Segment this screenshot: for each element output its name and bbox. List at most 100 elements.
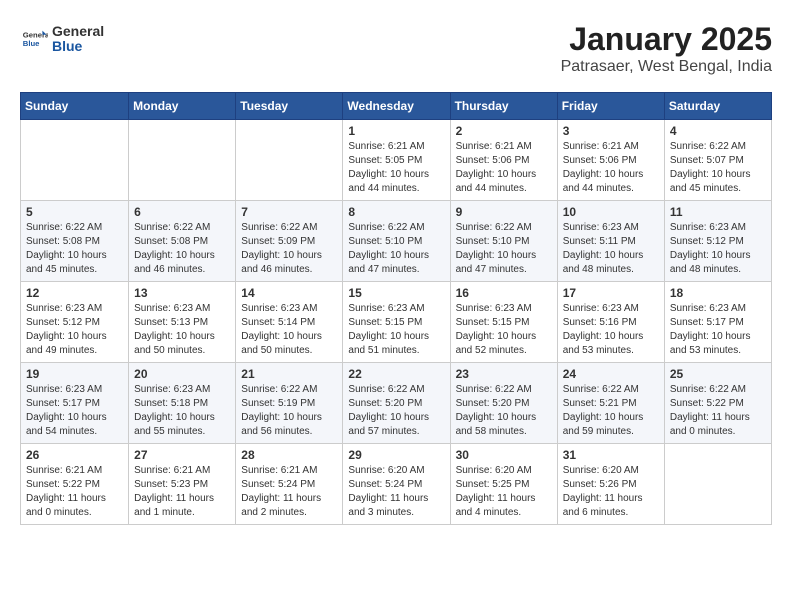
day-info: Sunrise: 6:22 AM Sunset: 5:10 PM Dayligh… (348, 221, 444, 277)
calendar-cell: 3 Sunrise: 6:21 AM Sunset: 5:06 PM Daylig… (557, 120, 664, 201)
day-header-thursday: Thursday (450, 93, 557, 120)
calendar-cell: 5Sunrise: 6:22 AM Sunset: 5:08 PM Daylig… (21, 201, 129, 282)
day-number: 30 (456, 448, 552, 462)
calendar-cell: 26Sunrise: 6:21 AM Sunset: 5:22 PM Dayli… (21, 444, 129, 525)
calendar-cell: 1Sunrise: 6:21 AM Sunset: 5:05 PM Daylig… (343, 120, 450, 201)
calendar-subtitle: Patrasaer, West Bengal, India (20, 58, 772, 76)
day-info: Sunrise: 6:23 AM Sunset: 5:16 PM Dayligh… (563, 302, 659, 358)
calendar-cell: 23 Sunrise: 6:22 AM Sunset: 5:20 PM Dayli… (450, 363, 557, 444)
day-number: 2 (456, 124, 552, 138)
day-number: 27 (134, 448, 230, 462)
day-header-tuesday: Tuesday (236, 93, 343, 120)
day-info: Sunrise: 6:22 AM Sunset: 5:09 PM Dayligh… (241, 221, 337, 277)
calendar-cell: 16 Sunrise: 6:23 AM Sunset: 5:15 PM Dayli… (450, 282, 557, 363)
page-header: General Blue General Blue January 2025 P… (20, 20, 772, 84)
week-row-2: 5 Sunrise: 6:22 AM Sunset: 5:08 PM Daylig… (21, 201, 772, 282)
day-header-friday: Friday (557, 93, 664, 120)
week-row-5: 26Sunrise: 6:21 AM Sunset: 5:22 PM Dayli… (21, 444, 772, 525)
calendar-cell: 2 Sunrise: 6:21 AM Sunset: 5:06 PM Daylig… (450, 120, 557, 201)
calendar-cell: 25 Sunrise: 6:22 AM Sunset: 5:22 PM Dayli… (664, 363, 771, 444)
title-block: January 2025 Patrasaer, West Bengal, Ind… (20, 20, 772, 76)
day-info: Sunrise: 6:22 AM Sunset: 5:08 PM Dayligh… (134, 221, 230, 277)
calendar-cell: 11 Sunrise: 6:23 AM Sunset: 5:12 PM Dayli… (664, 201, 771, 282)
day-info: Sunrise: 6:20 AM Sunset: 5:26 PM Dayligh… (563, 464, 659, 520)
header-row: SundayMondayTuesdayWednesdayThursdayFrid… (21, 93, 772, 120)
week-row-3: 12Sunrise: 6:23 AM Sunset: 5:12 PM Dayli… (21, 282, 772, 363)
day-number: 23 (456, 367, 552, 381)
week-row-1: 1Sunrise: 6:21 AM Sunset: 5:05 PM Daylig… (21, 120, 772, 201)
day-info: Sunrise: 6:23 AM Sunset: 5:15 PM Dayligh… (456, 302, 552, 358)
calendar-cell: 4 Sunrise: 6:22 AM Sunset: 5:07 PM Daylig… (664, 120, 771, 201)
day-number: 5 (26, 205, 123, 219)
day-header-monday: Monday (129, 93, 236, 120)
calendar-cell: 21 Sunrise: 6:22 AM Sunset: 5:19 PM Dayli… (236, 363, 343, 444)
calendar-cell: 18 Sunrise: 6:23 AM Sunset: 5:17 PM Dayli… (664, 282, 771, 363)
calendar-cell (129, 120, 236, 201)
day-info: Sunrise: 6:22 AM Sunset: 5:20 PM Dayligh… (456, 383, 552, 439)
day-info: Sunrise: 6:22 AM Sunset: 5:07 PM Dayligh… (670, 140, 766, 196)
calendar-cell: 12Sunrise: 6:23 AM Sunset: 5:12 PM Dayli… (21, 282, 129, 363)
week-row-4: 19Sunrise: 6:23 AM Sunset: 5:17 PM Dayli… (21, 363, 772, 444)
calendar-title: January 2025 (20, 20, 772, 58)
day-number: 10 (563, 205, 659, 219)
calendar-cell: 22 Sunrise: 6:22 AM Sunset: 5:20 PM Dayli… (343, 363, 450, 444)
calendar-cell: 7Sunrise: 6:22 AM Sunset: 5:09 PM Daylig… (236, 201, 343, 282)
calendar-cell: 24 Sunrise: 6:22 AM Sunset: 5:21 PM Dayli… (557, 363, 664, 444)
calendar-cell: 10Sunrise: 6:23 AM Sunset: 5:11 PM Dayli… (557, 201, 664, 282)
day-number: 24 (563, 367, 659, 381)
day-number: 15 (348, 286, 444, 300)
calendar-cell: 17 Sunrise: 6:23 AM Sunset: 5:16 PM Dayli… (557, 282, 664, 363)
calendar-cell: 20 Sunrise: 6:23 AM Sunset: 5:18 PM Dayli… (129, 363, 236, 444)
calendar-cell: 15 Sunrise: 6:23 AM Sunset: 5:15 PM Dayli… (343, 282, 450, 363)
calendar-cell: 13Sunrise: 6:23 AM Sunset: 5:13 PM Dayli… (129, 282, 236, 363)
day-info: Sunrise: 6:23 AM Sunset: 5:12 PM Dayligh… (670, 221, 766, 277)
day-number: 18 (670, 286, 766, 300)
day-number: 11 (670, 205, 766, 219)
day-number: 13 (134, 286, 230, 300)
day-info: Sunrise: 6:23 AM Sunset: 5:18 PM Dayligh… (134, 383, 230, 439)
calendar-cell: 14Sunrise: 6:23 AM Sunset: 5:14 PM Dayli… (236, 282, 343, 363)
day-number: 4 (670, 124, 766, 138)
day-info: Sunrise: 6:23 AM Sunset: 5:17 PM Dayligh… (670, 302, 766, 358)
calendar-cell (236, 120, 343, 201)
day-info: Sunrise: 6:22 AM Sunset: 5:20 PM Dayligh… (348, 383, 444, 439)
day-number: 8 (348, 205, 444, 219)
day-number: 3 (563, 124, 659, 138)
day-info: Sunrise: 6:21 AM Sunset: 5:23 PM Dayligh… (134, 464, 230, 520)
day-number: 21 (241, 367, 337, 381)
day-header-sunday: Sunday (21, 93, 129, 120)
logo-blue-text: Blue (52, 39, 104, 54)
calendar-cell: 30 Sunrise: 6:20 AM Sunset: 5:25 PM Dayli… (450, 444, 557, 525)
day-info: Sunrise: 6:23 AM Sunset: 5:12 PM Dayligh… (26, 302, 123, 358)
day-info: Sunrise: 6:23 AM Sunset: 5:17 PM Dayligh… (26, 383, 123, 439)
logo-text: General Blue (52, 24, 104, 55)
day-info: Sunrise: 6:23 AM Sunset: 5:15 PM Dayligh… (348, 302, 444, 358)
day-info: Sunrise: 6:21 AM Sunset: 5:24 PM Dayligh… (241, 464, 337, 520)
calendar-cell (664, 444, 771, 525)
day-info: Sunrise: 6:21 AM Sunset: 5:05 PM Dayligh… (348, 140, 444, 196)
logo-general-text: General (52, 24, 104, 39)
day-info: Sunrise: 6:20 AM Sunset: 5:25 PM Dayligh… (456, 464, 552, 520)
day-number: 20 (134, 367, 230, 381)
day-info: Sunrise: 6:22 AM Sunset: 5:19 PM Dayligh… (241, 383, 337, 439)
day-info: Sunrise: 6:22 AM Sunset: 5:21 PM Dayligh… (563, 383, 659, 439)
day-number: 17 (563, 286, 659, 300)
day-number: 25 (670, 367, 766, 381)
day-number: 28 (241, 448, 337, 462)
day-number: 16 (456, 286, 552, 300)
day-info: Sunrise: 6:22 AM Sunset: 5:22 PM Dayligh… (670, 383, 766, 439)
day-number: 22 (348, 367, 444, 381)
day-number: 29 (348, 448, 444, 462)
day-info: Sunrise: 6:21 AM Sunset: 5:06 PM Dayligh… (563, 140, 659, 196)
day-info: Sunrise: 6:20 AM Sunset: 5:24 PM Dayligh… (348, 464, 444, 520)
day-info: Sunrise: 6:21 AM Sunset: 5:06 PM Dayligh… (456, 140, 552, 196)
svg-text:General: General (23, 31, 48, 40)
calendar-cell: 8 Sunrise: 6:22 AM Sunset: 5:10 PM Daylig… (343, 201, 450, 282)
calendar-cell: 28 Sunrise: 6:21 AM Sunset: 5:24 PM Dayli… (236, 444, 343, 525)
calendar-cell: 27 Sunrise: 6:21 AM Sunset: 5:23 PM Dayli… (129, 444, 236, 525)
calendar-cell: 31Sunrise: 6:20 AM Sunset: 5:26 PM Dayli… (557, 444, 664, 525)
day-info: Sunrise: 6:22 AM Sunset: 5:10 PM Dayligh… (456, 221, 552, 277)
calendar-cell (21, 120, 129, 201)
day-number: 26 (26, 448, 123, 462)
day-header-wednesday: Wednesday (343, 93, 450, 120)
